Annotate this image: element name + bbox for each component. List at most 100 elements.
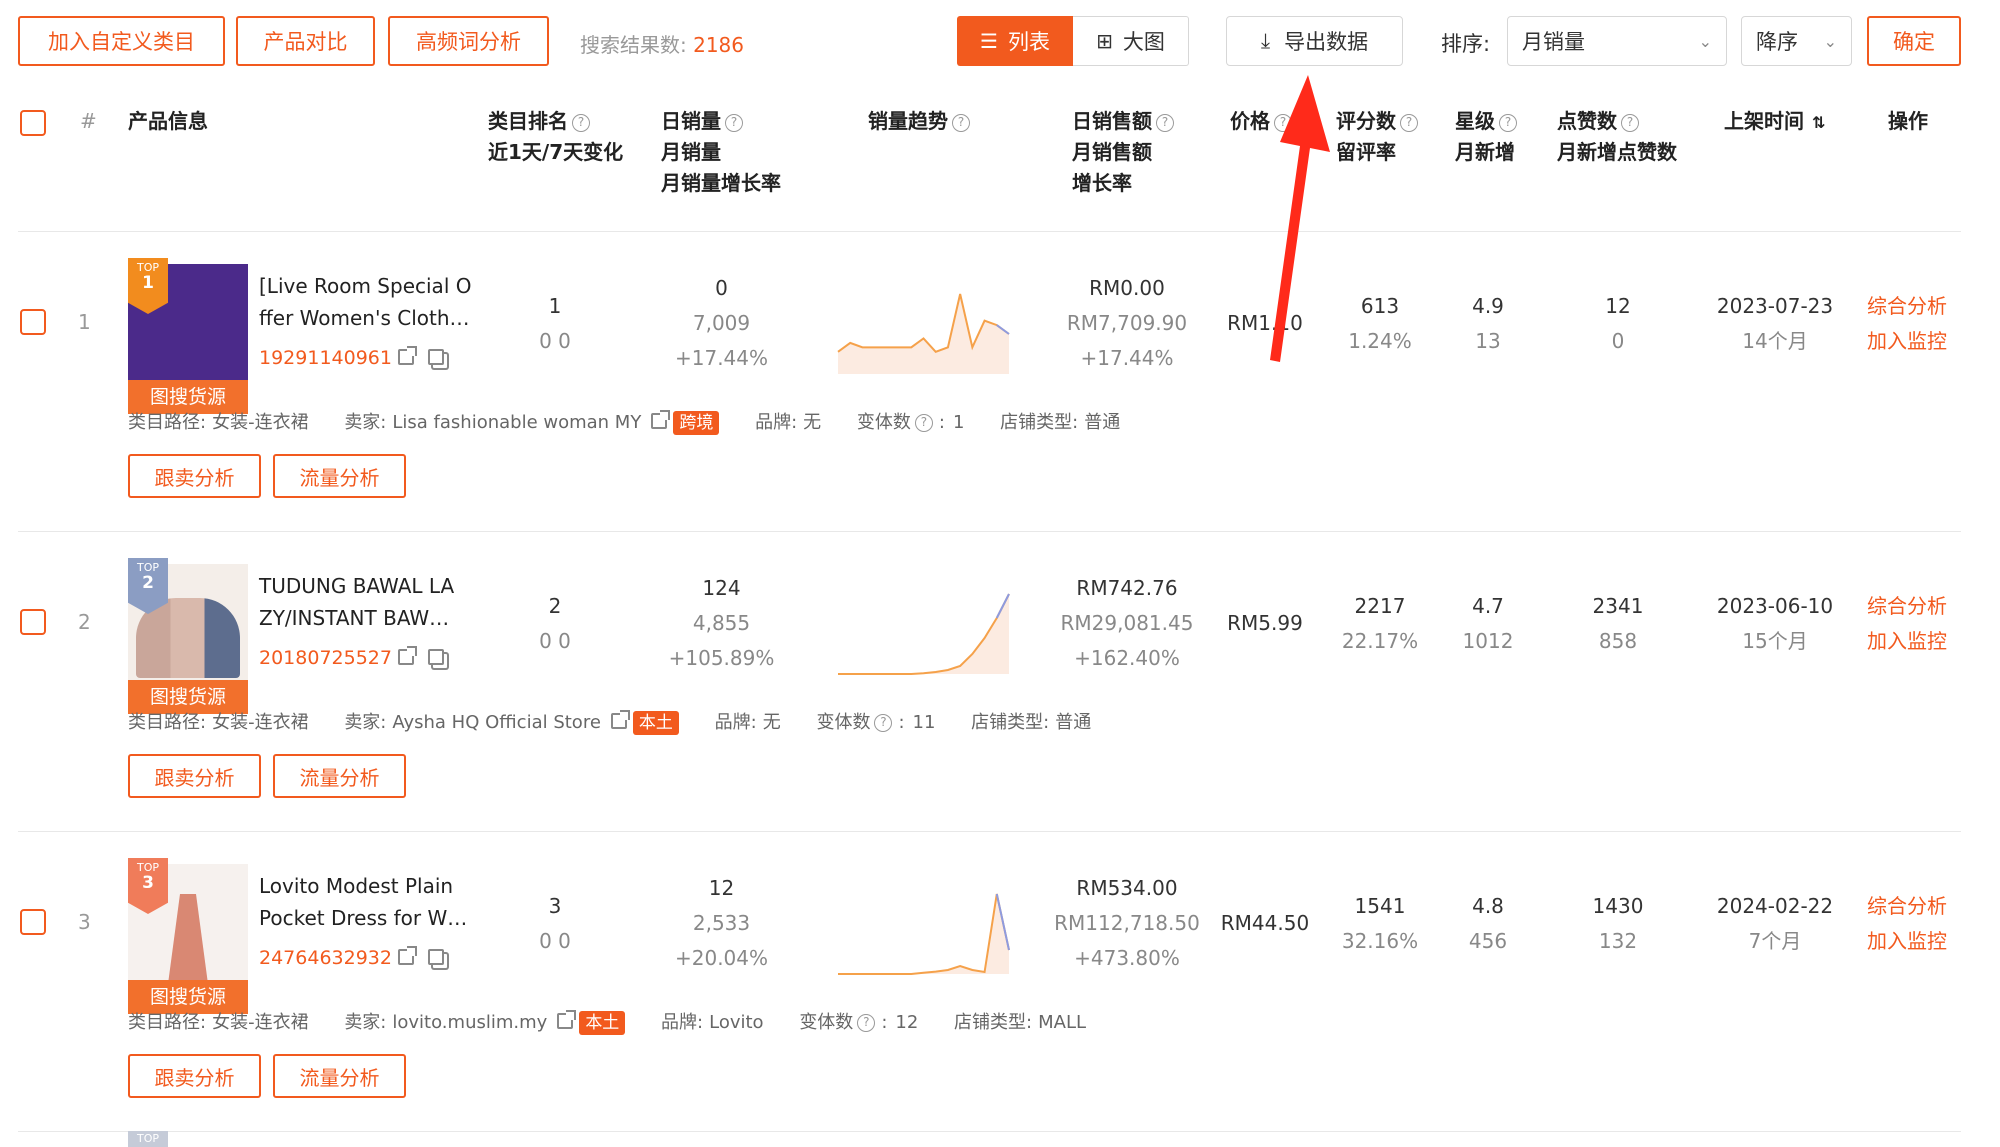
product-id[interactable]: 19291140961 bbox=[259, 346, 444, 369]
overall-analysis-link[interactable]: 综合分析 bbox=[1867, 889, 1947, 924]
daily-sales: 124 bbox=[702, 576, 741, 600]
external-link-icon[interactable] bbox=[397, 346, 417, 365]
product-id[interactable]: 20180725527 bbox=[259, 646, 444, 669]
revenue-growth: +473.80% bbox=[1074, 946, 1180, 970]
follow-analysis-button[interactable]: 跟卖分析 bbox=[128, 1054, 261, 1098]
copy-icon[interactable] bbox=[427, 949, 444, 965]
confirm-button[interactable]: 确定 bbox=[1867, 16, 1961, 66]
traffic-analysis-button[interactable]: 流量分析 bbox=[273, 1054, 406, 1098]
col-revenue-growth: 增长率 bbox=[1072, 171, 1132, 195]
row-checkbox[interactable] bbox=[20, 309, 46, 335]
overall-analysis-link[interactable]: 综合分析 bbox=[1867, 589, 1947, 624]
grid-icon: ⊞ bbox=[1096, 29, 1113, 53]
product-compare-button[interactable]: 产品对比 bbox=[236, 16, 375, 66]
product-id-value: 19291140961 bbox=[259, 347, 392, 369]
product-name[interactable]: Lovito Modest Plain Pocket Dress for W… bbox=[259, 870, 474, 934]
sparkline-area bbox=[838, 594, 1009, 674]
view-list-button[interactable]: ☰ 列表 bbox=[957, 16, 1073, 66]
product-id[interactable]: 24764632932 bbox=[259, 946, 444, 969]
daily-revenue: RM742.76 bbox=[1076, 576, 1178, 600]
col-date-header[interactable]: 上架时间 ⇅ bbox=[1724, 106, 1825, 138]
row-divider bbox=[18, 831, 1961, 832]
traffic-analysis-button[interactable]: 流量分析 bbox=[273, 754, 406, 798]
row-checkbox[interactable] bbox=[20, 909, 46, 935]
list-icon: ☰ bbox=[980, 29, 998, 53]
sales-trend-sparkline[interactable] bbox=[836, 584, 1011, 694]
seller-label: 卖家: bbox=[344, 712, 387, 733]
sales-trend-sparkline[interactable] bbox=[836, 284, 1011, 394]
col-ops-header: 操作 bbox=[1888, 109, 1928, 133]
seller-name[interactable]: Lisa fashionable woman MY bbox=[392, 412, 641, 433]
help-icon[interactable]: ? bbox=[572, 114, 590, 132]
help-icon[interactable]: ? bbox=[1499, 114, 1517, 132]
product-thumbnail[interactable]: TOP 2 图搜货源 bbox=[128, 558, 248, 714]
copy-icon[interactable] bbox=[427, 349, 444, 365]
rank-change: 0 0 bbox=[539, 329, 571, 353]
stars-value: 4.8 bbox=[1472, 894, 1504, 918]
add-monitor-link[interactable]: 加入监控 bbox=[1867, 624, 1947, 659]
list-age: 14个月 bbox=[1742, 329, 1808, 353]
row-index: 2 bbox=[78, 610, 91, 634]
product-thumbnail[interactable]: TOP 3 图搜货源 bbox=[128, 858, 248, 1014]
external-link-icon[interactable] bbox=[397, 946, 417, 965]
external-link-icon[interactable] bbox=[651, 410, 671, 429]
add-monitor-link[interactable]: 加入监控 bbox=[1867, 924, 1947, 959]
sales-growth: +105.89% bbox=[668, 646, 775, 670]
export-data-button[interactable]: ⤓ 导出数据 bbox=[1226, 16, 1403, 66]
stars-new: 13 bbox=[1475, 329, 1501, 353]
row-checkbox[interactable] bbox=[20, 609, 46, 635]
external-link-icon[interactable] bbox=[610, 710, 630, 729]
rank-change: 0 0 bbox=[539, 929, 571, 953]
col-sales-header[interactable]: 日销量? 月销量 月销量增长率 bbox=[661, 106, 781, 199]
revenue-cell: RM534.00 RM112,718.50 +473.80% bbox=[1042, 871, 1212, 976]
col-revenue-header: 日销售额? 月销售额 增长率 bbox=[1072, 106, 1174, 199]
product-name[interactable]: TUDUNG BAWAL LA ZY/INSTANT BAW… bbox=[259, 570, 474, 634]
help-icon[interactable]: ? bbox=[1400, 114, 1418, 132]
add-custom-category-button[interactable]: 加入自定义类目 bbox=[18, 16, 225, 66]
product-thumbnail[interactable]: TOP 1 图搜货源 bbox=[128, 258, 248, 414]
follow-analysis-button[interactable]: 跟卖分析 bbox=[128, 754, 261, 798]
rank-badge: TOP 1 bbox=[128, 258, 168, 314]
date-cell: 2024-02-22 7个月 bbox=[1700, 889, 1850, 959]
rating-count: 1541 bbox=[1354, 894, 1406, 918]
rank-badge: TOP 3 bbox=[128, 858, 168, 914]
view-grid-button[interactable]: ⊞ 大图 bbox=[1073, 16, 1189, 66]
order-select[interactable]: 降序 ⌄ bbox=[1741, 16, 1852, 66]
help-icon[interactable]: ? bbox=[857, 1014, 876, 1032]
seller-label: 卖家: bbox=[344, 412, 387, 433]
header-divider bbox=[18, 231, 1961, 232]
keyword-analysis-button[interactable]: 高频词分析 bbox=[388, 16, 549, 66]
sort-icon[interactable]: ⇅ bbox=[1812, 113, 1825, 132]
help-icon[interactable]: ? bbox=[952, 114, 970, 132]
likes-new: 0 bbox=[1611, 329, 1625, 353]
add-monitor-link[interactable]: 加入监控 bbox=[1867, 324, 1947, 359]
overall-analysis-link[interactable]: 综合分析 bbox=[1867, 289, 1947, 324]
monthly-sales: 2,533 bbox=[692, 911, 751, 935]
help-icon[interactable]: ? bbox=[725, 114, 743, 132]
help-icon[interactable]: ? bbox=[874, 714, 893, 732]
help-icon[interactable]: ? bbox=[1156, 114, 1174, 132]
seller-name[interactable]: Aysha HQ Official Store bbox=[392, 712, 601, 733]
date-cell: 2023-06-10 15个月 bbox=[1700, 589, 1850, 659]
col-product-header: 产品信息 bbox=[128, 109, 208, 133]
rank-badge-partial: TOP bbox=[128, 1131, 168, 1147]
external-link-icon[interactable] bbox=[397, 646, 417, 665]
product-name-line1: TUDUNG BAWAL LA bbox=[259, 574, 455, 598]
select-all-checkbox[interactable] bbox=[20, 110, 46, 136]
help-icon[interactable]: ? bbox=[914, 414, 933, 432]
rating-count: 2217 bbox=[1354, 594, 1406, 618]
follow-analysis-button[interactable]: 跟卖分析 bbox=[128, 454, 261, 498]
product-id-value: 24764632932 bbox=[259, 947, 392, 969]
list-date: 2024-02-22 bbox=[1716, 894, 1834, 918]
export-label: 导出数据 bbox=[1284, 30, 1369, 54]
col-likes-subtitle: 月新增点赞数 bbox=[1557, 140, 1677, 164]
sales-trend-sparkline[interactable] bbox=[836, 884, 1011, 994]
product-name[interactable]: [Live Room Special O ffer Women's Cloth… bbox=[259, 270, 474, 334]
seller-name[interactable]: lovito.muslim.my bbox=[392, 1012, 547, 1033]
copy-icon[interactable] bbox=[427, 649, 444, 665]
list-date: 2023-06-10 bbox=[1716, 594, 1834, 618]
external-link-icon[interactable] bbox=[557, 1010, 577, 1029]
traffic-analysis-button[interactable]: 流量分析 bbox=[273, 454, 406, 498]
sort-select[interactable]: 月销量 ⌄ bbox=[1507, 16, 1727, 66]
help-icon[interactable]: ? bbox=[1621, 114, 1639, 132]
